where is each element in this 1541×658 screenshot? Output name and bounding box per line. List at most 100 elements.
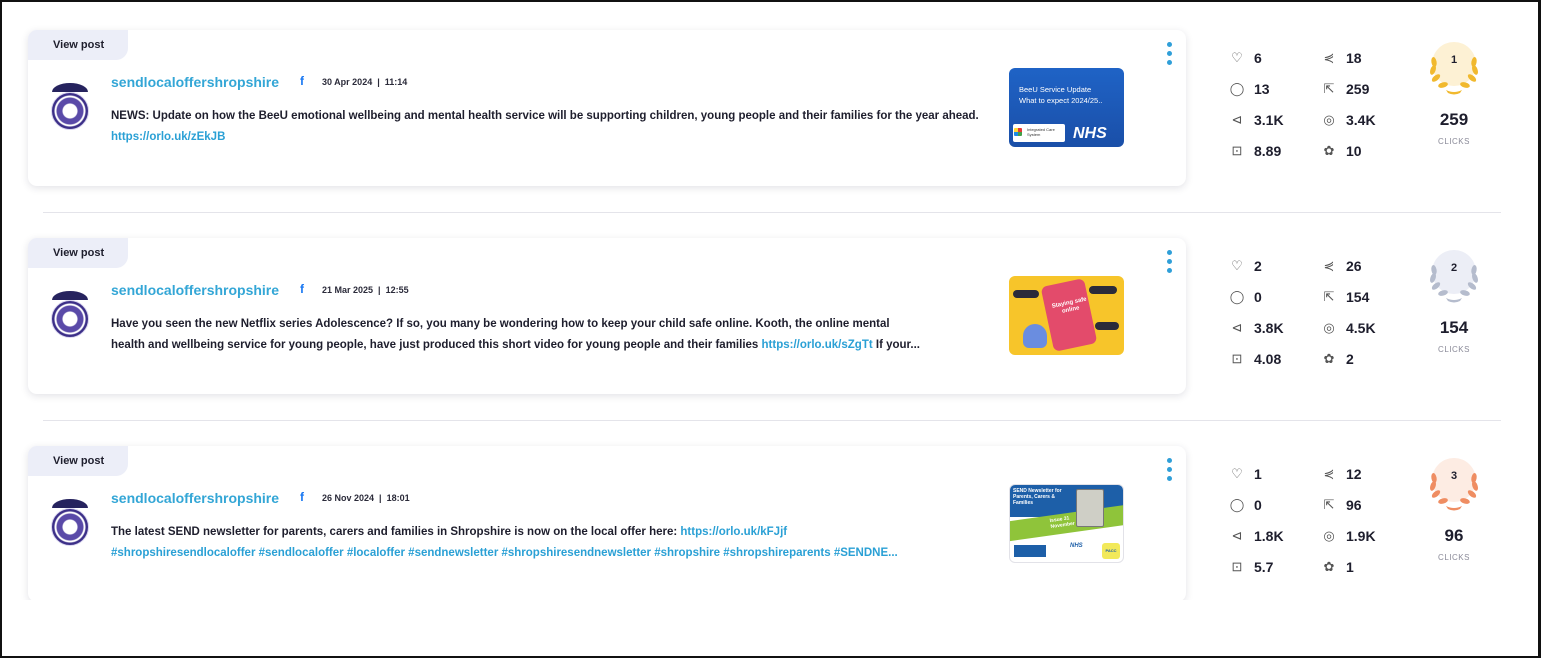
kebab-menu-icon[interactable] [1165,250,1173,276]
ics-logo-icon [1014,128,1022,136]
post-link[interactable]: https://orlo.uk/sZgTt [762,339,873,351]
post-thumbnail[interactable]: Staying safe online [1009,276,1124,355]
laurel-wreath-icon [1430,42,1478,95]
view-post-button[interactable]: View post [28,238,129,268]
eye-icon: ◎ [1323,112,1335,127]
kebab-menu-icon[interactable] [1165,42,1173,68]
clicks-metric: ⇱ 96 [1320,497,1362,513]
cursor-click-icon: ⇱ [1323,289,1335,304]
cursor-click-icon: ⇱ [1323,81,1335,96]
facebook-icon: f [300,74,304,88]
author-name[interactable]: sendlocaloffershropshire [111,282,279,298]
trend-chart-icon: ⊡ [1231,143,1243,158]
comment-icon: ◯ [1229,497,1245,512]
avatar[interactable] [51,300,89,338]
rank-position: 3 [1450,470,1458,482]
megaphone-icon: ⊲ [1231,528,1243,543]
kebab-menu-icon[interactable] [1165,458,1173,484]
post-text: NEWS: Update on how the BeeU emotional w… [111,110,979,143]
cursor-click-icon: ⇱ [1323,497,1335,512]
engagement-metric: ⊡ 5.7 [1228,559,1274,575]
megaphone-icon: ⊲ [1231,112,1243,127]
avatar-cap [52,83,88,92]
rank-badge: 3 96 CLICKS [1422,456,1486,586]
view-post-button[interactable]: View post [28,446,129,476]
thumbnail-caption: BeeU Service Update What to expect 2024/2… [1019,85,1103,105]
reactions-icon: ✿ [1323,143,1335,158]
post-hashtags[interactable]: #shropshiresendlocaloffer #sendlocaloffe… [111,543,991,564]
avatar[interactable] [51,508,89,546]
rank-label: CLICKS [1438,345,1470,354]
metrics-panel: ♡ 6 ◯ 13 ⊲ 3.1K ⊡ 8.89 ⋞ 18 ⇱ 259 ◎ 3.4K ✿ 10 [1228,46,1408,176]
divider [43,212,1501,213]
reach-metric: ⊲ 3.8K [1228,320,1284,336]
reactions-metric: ✿ 1 [1320,559,1354,575]
reactions-icon: ✿ [1323,559,1335,574]
share-icon: ⋞ [1323,466,1335,481]
comments-metric: ◯ 0 [1229,497,1262,513]
rank-position: 1 [1450,54,1458,66]
comment-icon: ◯ [1229,81,1245,96]
trend-chart-icon: ⊡ [1231,351,1243,366]
facebook-icon: f [300,490,304,504]
likes-metric: ♡ 1 [1228,466,1262,482]
post-date: 30 Apr 2024 | 11:14 [322,77,408,87]
pacc-logo: PACC [1102,543,1120,559]
post-thumbnail[interactable]: SEND Newsletter for Parents, Carers & Fa… [1009,484,1124,563]
chat-bubble-icon [1095,322,1119,330]
post-card: View post sendlocaloffershropshire f 21 … [28,238,1186,394]
post-text: Have you seen the new Netflix series Ado… [111,318,920,351]
post-text: The latest SEND newsletter for parents, … [111,522,991,564]
post-date: 26 Nov 2024 | 18:01 [322,493,410,503]
comments-metric: ◯ 13 [1229,81,1270,97]
heart-icon: ♡ [1231,258,1243,273]
author-name[interactable]: sendlocaloffershropshire [111,490,279,506]
author-name[interactable]: sendlocaloffershropshire [111,74,279,90]
reactions-metric: ✿ 2 [1320,351,1354,367]
heart-icon: ♡ [1231,50,1243,65]
megaphone-icon: ⊲ [1231,320,1243,335]
post-link[interactable]: https://orlo.uk/kFJjf [680,526,787,538]
impressions-metric: ◎ 4.5K [1320,320,1375,336]
avatar[interactable] [51,92,89,130]
newsletter-character-icon [1076,489,1104,527]
rank-position: 2 [1450,262,1458,274]
heart-icon: ♡ [1231,466,1243,481]
comments-metric: ◯ 0 [1229,289,1262,305]
post-thumbnail[interactable]: BeeU Service Update What to expect 2024/2… [1009,68,1124,147]
reactions-icon: ✿ [1323,351,1335,366]
avatar-cap [52,499,88,508]
share-icon: ⋞ [1323,50,1335,65]
engagement-metric: ⊡ 8.89 [1228,143,1282,159]
view-post-button[interactable]: View post [28,30,129,60]
post-row: View post sendlocaloffershropshire f 26 … [0,446,1541,600]
rank-value: 154 [1439,318,1469,337]
chat-bubble-icon [1089,286,1117,294]
likes-metric: ♡ 2 [1228,258,1262,274]
post-card: View post sendlocaloffershropshire f 30 … [28,30,1186,186]
rank-label: CLICKS [1438,553,1470,562]
eye-icon: ◎ [1323,320,1335,335]
rank-value: 259 [1439,110,1469,129]
engagement-metric: ⊡ 4.08 [1228,351,1282,367]
likes-metric: ♡ 6 [1228,50,1262,66]
chat-bubble-icon [1013,290,1039,298]
post-link[interactable]: https://orlo.uk/zEkJB [111,131,225,143]
laurel-wreath-icon [1430,250,1478,303]
nhs-logo: NHS [1073,125,1107,142]
shares-metric: ⋞ 26 [1320,258,1362,274]
rank-badge: 1 259 CLICKS [1422,40,1486,170]
rank-value: 96 [1444,526,1464,545]
avatar-cap [52,291,88,300]
thumbnail-caption: SEND Newsletter for Parents, Carers & Fa… [1013,488,1062,506]
post-feed: View post sendlocaloffershropshire f 30 … [0,0,1541,600]
trend-chart-icon: ⊡ [1231,559,1243,574]
rank-label: CLICKS [1438,137,1470,146]
nhs-logo: NHS [1070,543,1083,549]
clicks-metric: ⇱ 154 [1320,289,1370,305]
person-illustration [1023,324,1047,348]
reach-metric: ⊲ 3.1K [1228,112,1284,128]
comment-icon: ◯ [1229,289,1245,304]
impressions-metric: ◎ 1.9K [1320,528,1375,544]
metrics-panel: ♡ 1 ◯ 0 ⊲ 1.8K ⊡ 5.7 ⋞ 12 ⇱ 96 ◎ 1.9K ✿ 1 [1228,462,1408,592]
